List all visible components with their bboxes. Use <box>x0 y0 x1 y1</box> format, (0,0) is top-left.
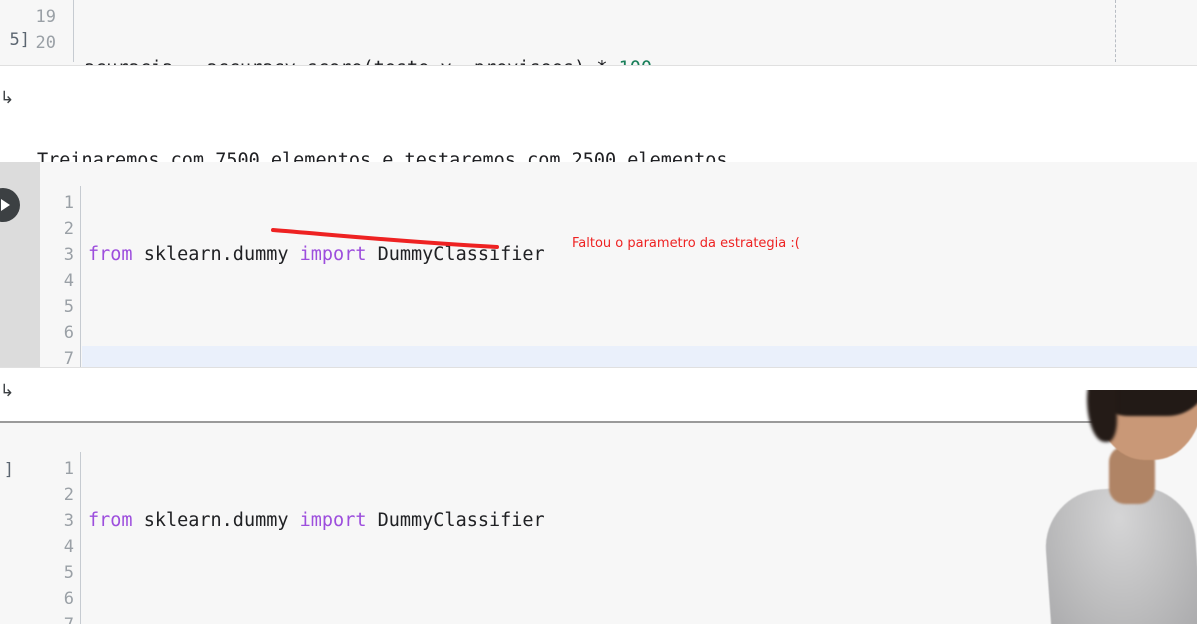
line-number-gutter-top: 19 20 <box>35 7 56 53</box>
output-arrow-icon: ↳ <box>0 88 15 108</box>
code-line: from sklearn.dummy import DummyClassifie… <box>88 510 545 531</box>
presenter-video-overlay <box>1035 390 1197 624</box>
code-text-mostfrequent[interactable]: from sklearn.dummy import DummyClassifie… <box>88 456 790 624</box>
cell-prompt-top: 5] <box>9 30 30 50</box>
notebook-screen: 5] 1920 acuracia = accuracy_score(teste_… <box>0 0 1197 624</box>
annotation-text: Faltou o parametro da estrategia :( <box>572 236 800 251</box>
gutter-divider-top <box>73 0 74 62</box>
gutter-divider-stratified <box>80 186 81 372</box>
code-cell-stratified[interactable]: 1234567 from sklearn.dummy import DummyC… <box>0 162 1197 577</box>
presenter-hair-side <box>1087 390 1117 442</box>
gutter-divider-mostfrequent <box>80 452 81 624</box>
output-arrow-icon: ↳ <box>0 381 15 401</box>
presenter-shirt <box>1041 482 1197 624</box>
line-number-gutter-stratified: 1234567 <box>63 193 74 369</box>
line-number-gutter-mostfrequent: 12345678 <box>63 459 74 624</box>
soft-wrap-guide <box>1115 0 1116 62</box>
cell-prompt-mostfrequent: ] <box>3 460 14 480</box>
code-cell-top[interactable]: 5] 1920 acuracia = accuracy_score(teste_… <box>0 0 1197 157</box>
output-cell-stratified: ↳ 0.5244 <box>0 368 1197 461</box>
output-cell-top: ↳ Treinaremos com 7500 elementos e testa… <box>0 66 1197 258</box>
code-cell-mostfrequent[interactable]: ] 12345678 from sklearn.dummy import Dum… <box>0 423 1197 624</box>
play-icon <box>0 199 10 211</box>
